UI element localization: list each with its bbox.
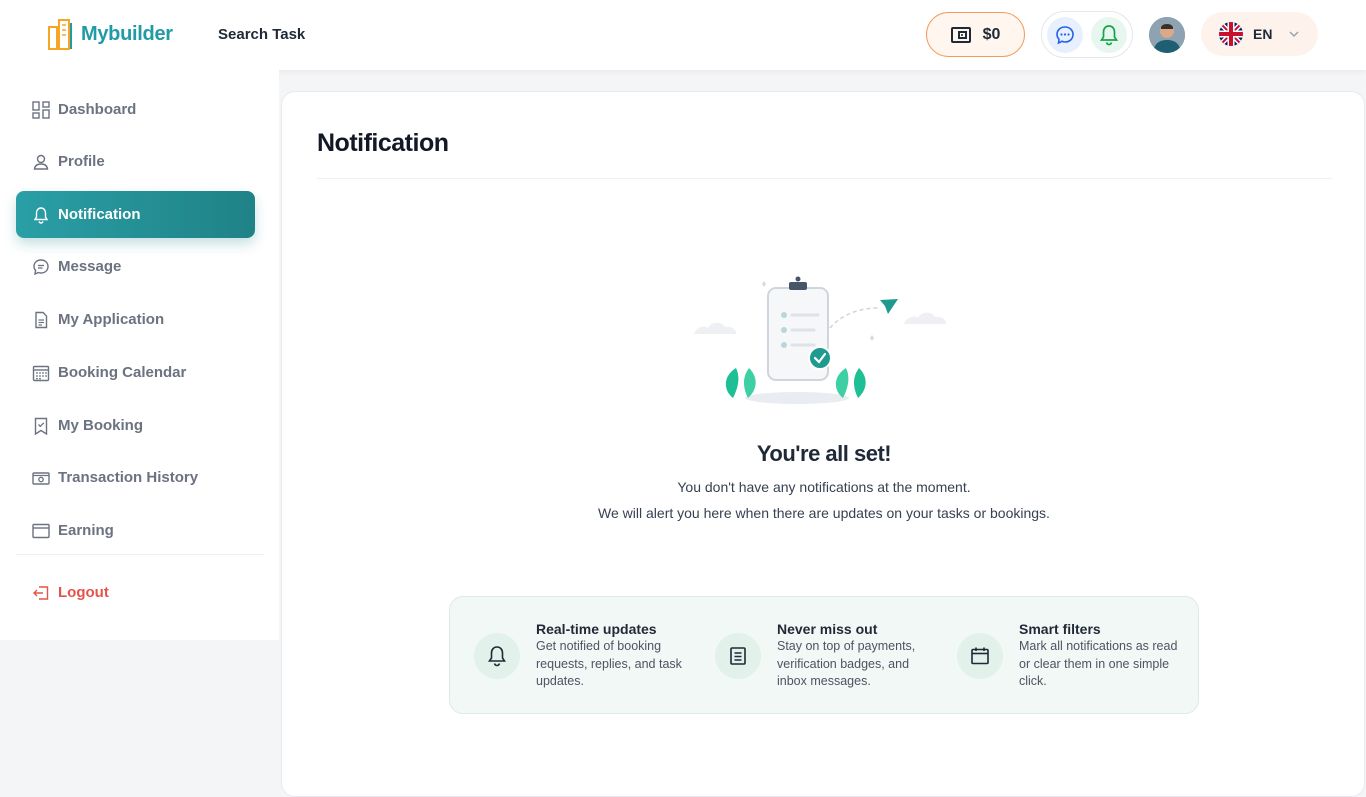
user-icon: [32, 153, 50, 171]
notifications-button[interactable]: [1091, 16, 1127, 53]
brand-name: Mybuilder: [81, 22, 173, 45]
building-logo-icon: [48, 19, 72, 50]
sidebar-item-message[interactable]: Message: [16, 243, 255, 290]
avatar-image: [1149, 17, 1185, 53]
sidebar-item-label: Notification: [58, 206, 141, 223]
sidebar: Dashboard Profile Notification Message M…: [0, 70, 279, 640]
search-task-link[interactable]: Search Task: [218, 26, 305, 43]
bell-icon: [474, 633, 520, 679]
wallet-amount: $0: [982, 25, 1001, 43]
sidebar-item-label: Transaction History: [58, 469, 199, 486]
sidebar-item-notification[interactable]: Notification: [16, 191, 255, 238]
sidebar-item-label: Message: [58, 258, 122, 275]
bell-icon: [32, 206, 50, 224]
sidebar-item-label: My Application: [58, 311, 165, 328]
cash-icon: [32, 469, 50, 487]
feature-desc: Get notified of booking requests, replie…: [536, 639, 682, 688]
document-icon: [32, 311, 50, 329]
bell-icon: [1099, 24, 1119, 45]
page-title: Notification: [317, 129, 449, 157]
empty-state-title: You're all set!: [756, 441, 892, 466]
empty-state-line-1: You don't have any notifications at the …: [677, 479, 971, 495]
feature-title: Smart filters: [1019, 621, 1101, 637]
features-card: Real-time updates Get notified of bookin…: [449, 596, 1199, 714]
logout-icon: [32, 584, 50, 602]
title-divider: [317, 178, 1332, 179]
list-icon: [715, 633, 761, 679]
header-actions: [1041, 11, 1133, 58]
card-icon: [32, 522, 50, 540]
sidebar-item-label: Booking Calendar: [58, 364, 187, 381]
sidebar-item-profile[interactable]: Profile: [16, 138, 255, 185]
language-label: EN: [1253, 26, 1273, 42]
chevron-down-icon: [1289, 31, 1299, 38]
calendar-icon: [32, 364, 50, 382]
bookmark-icon: [32, 417, 50, 435]
chat-icon: [1056, 25, 1074, 44]
sidebar-item-label: Dashboard: [58, 101, 137, 118]
feature-desc: Mark all notifications as read or clear …: [1019, 639, 1178, 688]
calendar-icon: [957, 633, 1003, 679]
sidebar-item-my-booking[interactable]: My Booking: [16, 402, 255, 449]
top-header: Mybuilder Search Task $0 EN: [0, 0, 1366, 70]
sidebar-item-label: My Booking: [58, 417, 143, 434]
dashboard-icon: [32, 100, 50, 119]
sidebar-divider: [16, 554, 264, 555]
empty-state-line-2: We will alert you here when there are up…: [598, 505, 1050, 521]
feature-desc: Stay on top of payments, verification ba…: [777, 639, 916, 688]
logout-label: Logout: [58, 584, 109, 601]
sidebar-item-dashboard[interactable]: Dashboard: [16, 86, 255, 133]
sidebar-item-label: Earning: [58, 522, 114, 539]
brand-logo[interactable]: Mybuilder: [47, 17, 173, 51]
sidebar-item-earning[interactable]: Earning: [16, 507, 255, 554]
sidebar-item-booking-calendar[interactable]: Booking Calendar: [16, 349, 255, 396]
empty-clipboard-illustration: [694, 276, 947, 404]
sidebar-item-my-application[interactable]: My Application: [16, 296, 255, 343]
language-selector[interactable]: EN: [1201, 12, 1318, 56]
logout-button[interactable]: Logout: [16, 569, 255, 616]
feature-title: Never miss out: [777, 621, 878, 637]
chat-icon: [32, 258, 50, 276]
messages-button[interactable]: [1047, 16, 1083, 53]
sidebar-item-label: Profile: [58, 153, 105, 170]
sidebar-item-transaction-history[interactable]: Transaction History: [16, 454, 255, 501]
wallet-button[interactable]: $0: [926, 12, 1025, 57]
feature-title: Real-time updates: [536, 621, 657, 637]
user-avatar[interactable]: [1149, 17, 1185, 53]
wallet-icon: [950, 26, 971, 43]
uk-flag-icon: [1219, 22, 1243, 46]
notification-panel: Notification You're all set! You don't h…: [281, 91, 1365, 797]
